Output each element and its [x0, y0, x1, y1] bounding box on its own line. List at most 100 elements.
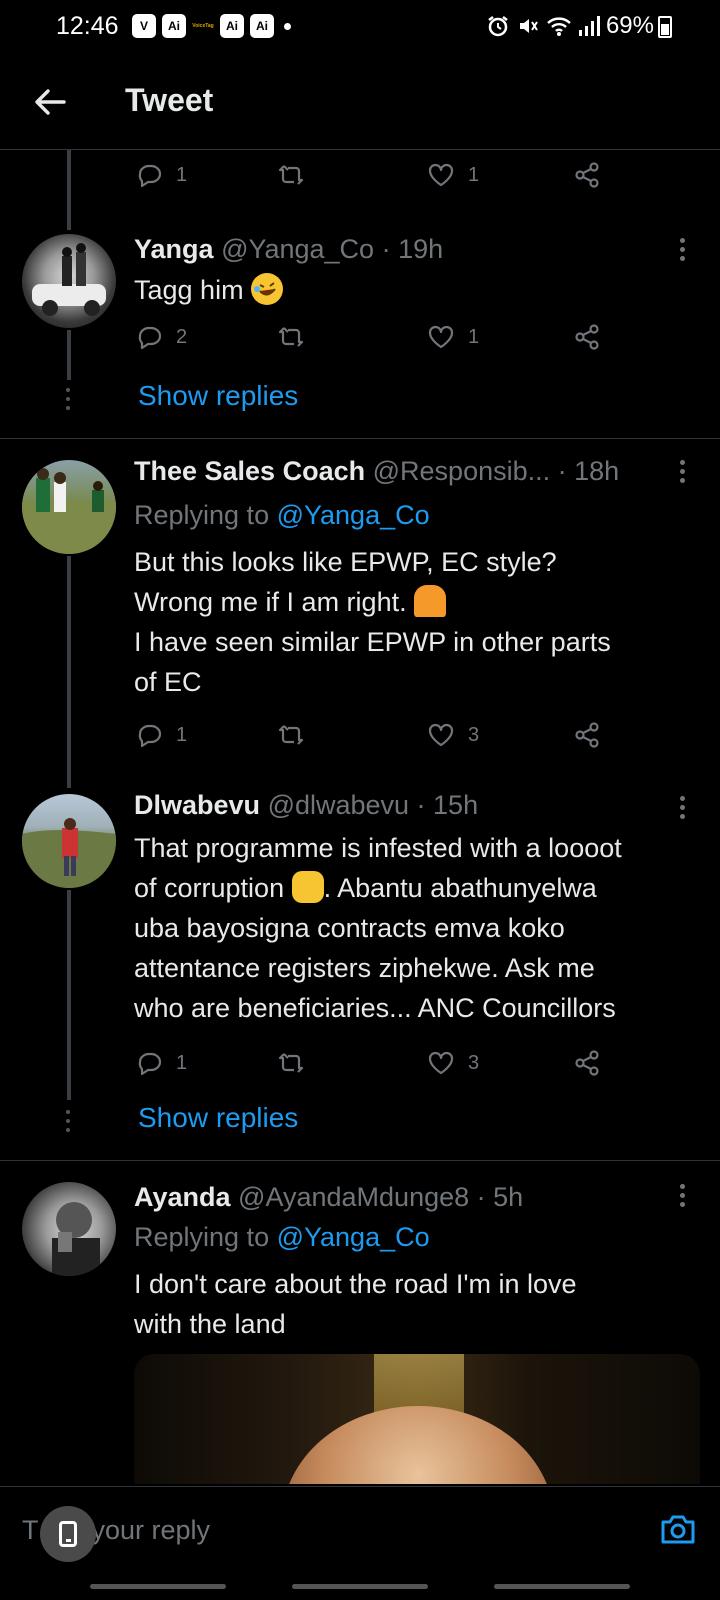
tweet-line: But this looks like EPWP, EC style?: [134, 547, 557, 577]
share-icon: [575, 1050, 599, 1076]
tweet-actions: 1 3: [134, 720, 614, 760]
more-options-icon[interactable]: [678, 460, 686, 488]
share-button[interactable]: [572, 720, 602, 750]
heart-icon: [428, 1051, 454, 1075]
retweet-icon: [278, 327, 304, 347]
mention-link[interactable]: @Yanga_Co: [277, 500, 430, 530]
system-nav-bar: [0, 1584, 720, 1590]
replying-to: Replying to @Yanga_Co: [134, 500, 430, 531]
like-button[interactable]: 3: [426, 720, 479, 750]
tweet-text: I don't care about the road I'm in love …: [134, 1264, 704, 1344]
more-options-icon[interactable]: [678, 1184, 686, 1212]
more-options-icon[interactable]: [678, 238, 686, 266]
tweet-text: But this looks like EPWP, EC style? Wron…: [134, 542, 704, 702]
more-notifications-dot: [284, 22, 291, 30]
tweet-header: Thee Sales Coach @Responsib... · 18h: [134, 456, 619, 487]
tweet-line-text: Wrong me if I am right.: [134, 587, 407, 617]
avatar[interactable]: [22, 794, 116, 888]
reply-icon: [138, 326, 162, 350]
reply-icon: [138, 164, 162, 188]
reply-button[interactable]: 1: [134, 160, 187, 190]
handle-time: @AyandaMdunge8 · 5h: [238, 1182, 524, 1212]
retweet-button[interactable]: [276, 1048, 306, 1078]
back-arrow-icon[interactable]: [30, 82, 70, 122]
thread-line: [67, 150, 71, 230]
floating-phone-button[interactable]: [40, 1506, 96, 1562]
reply-count: 1: [176, 163, 188, 186]
share-icon: [575, 324, 599, 350]
thread-line: [67, 890, 71, 1100]
tweet-line: Wrong me if I am right.: [134, 582, 704, 622]
tweet-line: I don't care about the road I'm in love: [134, 1269, 577, 1299]
tweet-text: That programme is infested with a loooot…: [134, 828, 714, 1028]
avatar[interactable]: [22, 1182, 116, 1276]
voicetag-badge-icon: VoiceTag: [192, 23, 214, 29]
share-button[interactable]: [572, 160, 602, 190]
like-button[interactable]: 3: [426, 1048, 479, 1078]
tweet-line: who are beneficiaries... ANC Councillors: [134, 993, 616, 1023]
thread-dots: [66, 388, 72, 415]
v-badge-icon: V: [132, 14, 156, 38]
top-app-bar: Tweet: [0, 56, 720, 150]
thread-line: [67, 556, 71, 788]
handle-time: @dlwabevu · 15h: [267, 790, 479, 820]
share-button[interactable]: [572, 1048, 602, 1078]
like-button[interactable]: 1: [426, 160, 479, 190]
tweet-header: Dlwabevu @dlwabevu · 15h: [134, 790, 478, 821]
retweet-icon: [278, 725, 304, 745]
retweet-button[interactable]: [276, 720, 306, 750]
show-replies-link[interactable]: Show replies: [138, 380, 298, 412]
retweet-button[interactable]: [276, 322, 306, 352]
nav-back[interactable]: [494, 1584, 630, 1589]
status-bar: 12:46 V Ai VoiceTag Ai Ai 69%: [0, 0, 720, 56]
reply-button[interactable]: 2: [134, 322, 187, 352]
alarm-icon: [488, 16, 508, 37]
divider: [0, 438, 720, 439]
display-name[interactable]: Dlwabevu: [134, 790, 260, 820]
battery-icon: [658, 16, 672, 38]
mention-link[interactable]: @Yanga_Co: [277, 1222, 430, 1252]
like-button[interactable]: 1: [426, 322, 479, 352]
show-replies-link[interactable]: Show replies: [138, 1102, 298, 1134]
retweet-icon: [278, 165, 304, 185]
tweet-line: of corruption . Abantu abathunyelwa: [134, 868, 714, 908]
notification-badges: V Ai VoiceTag Ai Ai: [132, 14, 291, 38]
retweet-button[interactable]: [276, 160, 306, 190]
heart-icon: [428, 723, 454, 747]
reply-placeholder-end: t your reply: [76, 1515, 211, 1545]
retweet-icon: [278, 1053, 304, 1073]
display-name[interactable]: Ayanda: [134, 1182, 231, 1212]
avatar-photo: [32, 243, 106, 316]
tweet-line: of EC: [134, 667, 202, 697]
share-button[interactable]: [572, 322, 602, 352]
avatar[interactable]: [22, 460, 116, 554]
camera-icon[interactable]: [658, 1509, 698, 1549]
reply-button[interactable]: 1: [134, 1048, 187, 1078]
tweet-actions: 1 3: [134, 1048, 614, 1088]
reply-count: 2: [176, 325, 188, 348]
avatar[interactable]: [22, 234, 116, 328]
reply-count: 1: [176, 1051, 188, 1074]
tweet-line: uba bayosigna contracts emva koko: [134, 913, 565, 943]
media-subject: [282, 1406, 554, 1484]
person-shrugging-emoji-icon: [414, 585, 447, 617]
tweet-text: Tagg him: [134, 270, 704, 310]
like-count: 1: [468, 163, 480, 186]
ai-badge-icon: Ai: [220, 14, 244, 38]
divider: [0, 1160, 720, 1161]
tweet-actions: 2 1: [134, 322, 614, 362]
reply-composer: Tt your reply: [0, 1486, 720, 1600]
nav-recents[interactable]: [90, 1584, 226, 1589]
tweet-header: Yanga @Yanga_Co · 19h: [134, 234, 443, 265]
tweet-line: That programme is infested with a loooot: [134, 833, 622, 863]
display-name[interactable]: Yanga: [134, 234, 214, 264]
tweet-line: I have seen similar EPWP in other parts: [134, 627, 611, 657]
nav-home[interactable]: [292, 1584, 428, 1589]
reply-placeholder-start: T: [22, 1515, 39, 1545]
heart-icon: [428, 325, 454, 349]
like-count: 3: [468, 1051, 480, 1074]
tweet-media-image[interactable]: [134, 1354, 700, 1484]
more-options-icon[interactable]: [678, 796, 686, 824]
display-name[interactable]: Thee Sales Coach: [134, 456, 365, 486]
reply-button[interactable]: 1: [134, 720, 187, 750]
